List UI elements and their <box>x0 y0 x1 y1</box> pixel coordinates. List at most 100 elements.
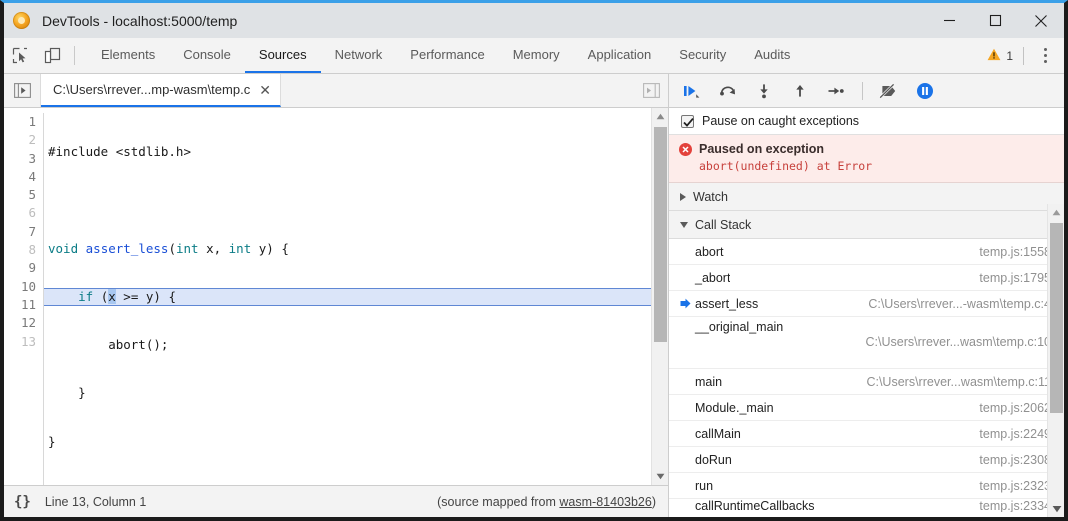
chevron-right-icon <box>680 193 686 201</box>
scroll-down-arrow-icon[interactable] <box>652 468 669 485</box>
line-number: 3 <box>4 150 36 168</box>
pause-on-caught-exceptions-row[interactable]: Pause on caught exceptions <box>669 108 1064 135</box>
exception-title: Paused on exception <box>699 142 824 156</box>
tab-security[interactable]: Security <box>665 38 740 73</box>
show-navigator-icon[interactable] <box>4 74 41 107</box>
step-into-button[interactable] <box>751 79 777 103</box>
scroll-up-arrow-icon[interactable] <box>652 108 669 125</box>
chevron-down-icon <box>680 222 688 228</box>
call-stack-row[interactable]: callRuntimeCallbacks temp.js:2334 <box>669 499 1064 512</box>
editor-vertical-scrollbar[interactable] <box>651 108 668 485</box>
kebab-menu-icon[interactable] <box>1034 48 1056 63</box>
pretty-print-icon[interactable]: {} <box>14 494 31 510</box>
line-number: 2 <box>4 131 36 149</box>
call-stack-row[interactable]: __original_main C:\Users\rrever...wasm\t… <box>669 317 1064 369</box>
line-number: 9 <box>4 259 36 277</box>
window-controls <box>926 3 1064 38</box>
exception-detail: abort(undefined) at Error <box>679 159 1054 173</box>
tabbar-right-controls: 1 <box>987 38 1064 73</box>
call-stack-list[interactable]: abort temp.js:1558 _abort temp.js:1795 a… <box>669 239 1064 517</box>
call-stack-section-label: Call Stack <box>695 218 751 232</box>
frame-name: _abort <box>681 271 730 285</box>
minimize-button[interactable] <box>926 3 972 38</box>
call-stack-row[interactable]: main C:\Users\rrever...wasm\temp.c:11 <box>669 369 1064 395</box>
code-line-6: } <box>48 384 651 402</box>
tab-console[interactable]: Console <box>169 38 245 73</box>
call-stack-row[interactable]: doRun temp.js:2308 <box>669 447 1064 473</box>
call-stack-row[interactable]: Module._main temp.js:2062 <box>669 395 1064 421</box>
call-stack-row[interactable]: callMain temp.js:2249 <box>669 421 1064 447</box>
window-titlebar: DevTools - localhost:5000/temp <box>4 3 1064 38</box>
call-stack-section-header[interactable]: Call Stack <box>669 211 1064 239</box>
close-button[interactable] <box>1018 3 1064 38</box>
file-tab-label: C:\Users\rrever...mp-wasm\temp.c <box>53 82 250 97</box>
code-line-1: #include <stdlib.h> <box>48 143 651 161</box>
tab-elements[interactable]: Elements <box>87 38 169 73</box>
debugger-vertical-scrollbar[interactable] <box>1047 204 1064 517</box>
file-tab-temp-c[interactable]: C:\Users\rrever...mp-wasm\temp.c ✕ <box>41 74 281 107</box>
step-over-button[interactable] <box>715 79 741 103</box>
line-number-gutter: 1 2 3 4 5 6 7 8 9 10 11 12 13 <box>4 113 44 485</box>
watch-section-header[interactable]: Watch <box>669 183 1064 211</box>
scrollbar-track[interactable] <box>652 125 669 468</box>
source-map-link[interactable]: wasm-81403b26 <box>559 495 651 509</box>
maximize-button[interactable] <box>972 3 1018 38</box>
call-stack-row[interactable]: run temp.js:2323 <box>669 473 1064 499</box>
pause-on-caught-exceptions-checkbox[interactable] <box>681 115 694 128</box>
line-number: 6 <box>4 204 36 222</box>
selected-token: x <box>108 289 116 304</box>
frame-name: callRuntimeCallbacks <box>681 499 815 512</box>
code-line-4-highlighted: if (x >= y) { <box>44 288 651 306</box>
debugger-toolbar <box>669 74 1064 108</box>
error-circle-icon <box>679 143 692 156</box>
step-button[interactable] <box>823 79 849 103</box>
scroll-up-arrow-icon[interactable] <box>1048 204 1064 221</box>
warning-triangle-icon <box>987 48 1001 64</box>
debugger-toolbar-divider <box>862 82 863 100</box>
tab-application[interactable]: Application <box>574 38 666 73</box>
code-editor[interactable]: 1 2 3 4 5 6 7 8 9 10 11 12 13 <box>4 108 668 485</box>
frame-name: main <box>681 375 722 389</box>
scroll-down-arrow-icon[interactable] <box>1048 500 1065 517</box>
window-title: DevTools - localhost:5000/temp <box>42 13 237 29</box>
step-out-button[interactable] <box>787 79 813 103</box>
line-number: 7 <box>4 223 36 241</box>
call-stack-row[interactable]: abort temp.js:1558 <box>669 239 1064 265</box>
scrollbar-thumb[interactable] <box>654 127 667 342</box>
code-text[interactable]: #include <stdlib.h> void assert_less(int… <box>44 113 651 485</box>
tab-sources[interactable]: Sources <box>245 38 321 73</box>
tab-network[interactable]: Network <box>321 38 397 73</box>
line-number: 8 <box>4 241 36 259</box>
deactivate-breakpoints-button[interactable] <box>876 79 902 103</box>
cursor-position: Line 13, Column 1 <box>45 495 146 509</box>
scrollbar-thumb[interactable] <box>1050 223 1063 413</box>
panel-tab-list: Elements Console Sources Network Perform… <box>87 38 804 73</box>
warning-count: 1 <box>1006 49 1013 63</box>
tab-performance[interactable]: Performance <box>396 38 498 73</box>
file-tab-strip: C:\Users\rrever...mp-wasm\temp.c ✕ <box>4 74 668 108</box>
frame-name: callMain <box>681 427 741 441</box>
paused-on-exception-banner: Paused on exception abort(undefined) at … <box>669 135 1064 183</box>
close-icon[interactable]: ✕ <box>259 83 271 97</box>
frame-name: doRun <box>681 453 732 467</box>
tab-memory[interactable]: Memory <box>499 38 574 73</box>
warning-counter[interactable]: 1 <box>987 48 1013 64</box>
call-stack-row-selected[interactable]: assert_less C:\Users\rrever...-wasm\temp… <box>669 291 1064 317</box>
resume-script-execution-button[interactable] <box>679 79 705 103</box>
code-viewport[interactable]: 1 2 3 4 5 6 7 8 9 10 11 12 13 <box>4 108 651 485</box>
show-debugger-icon[interactable] <box>634 74 668 107</box>
line-number: 12 <box>4 314 36 332</box>
code-line-7: } <box>48 433 651 451</box>
inspect-element-icon[interactable] <box>4 38 36 73</box>
code-line-3: void assert_less(int x, int y) { <box>48 240 651 258</box>
frame-location: C:\Users\rrever...wasm\temp.c:11 <box>866 375 1064 389</box>
toolbar-divider-2 <box>1023 47 1024 65</box>
source-map-suffix: ) <box>652 495 656 509</box>
chrome-canary-icon <box>13 12 30 29</box>
pause-on-exceptions-button[interactable] <box>912 79 938 103</box>
line-number: 1 <box>4 113 36 131</box>
devtools-window: DevTools - localhost:5000/temp <box>0 0 1068 521</box>
device-toolbar-icon[interactable] <box>36 38 68 73</box>
call-stack-row[interactable]: _abort temp.js:1795 <box>669 265 1064 291</box>
tab-audits[interactable]: Audits <box>740 38 804 73</box>
